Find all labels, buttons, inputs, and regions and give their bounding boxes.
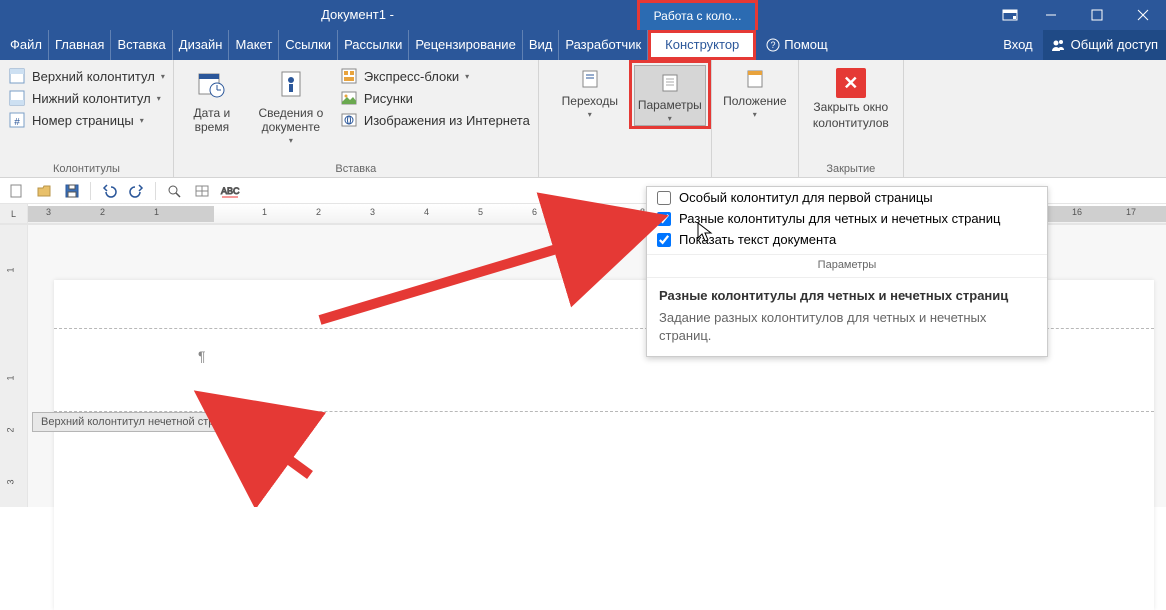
pilcrow-icon: ¶ xyxy=(198,348,206,364)
tab-insert[interactable]: Вставка xyxy=(111,30,172,60)
signin-button[interactable]: Вход xyxy=(993,30,1042,60)
online-pictures-label: Изображения из Интернета xyxy=(364,113,530,128)
tab-review[interactable]: Рецензирование xyxy=(409,30,522,60)
tab-help[interactable]: ? Помощ xyxy=(756,30,837,60)
option-first-page-label: Особый колонтитул для первой страницы xyxy=(679,190,933,205)
checkbox-odd-even[interactable] xyxy=(657,212,671,226)
tab-references[interactable]: Ссылки xyxy=(279,30,338,60)
date-time-label: Дата и время xyxy=(180,106,244,134)
pictures-label: Рисунки xyxy=(364,91,413,106)
tab-design[interactable]: Дизайн xyxy=(173,30,230,60)
doc-info-label: Сведения о документе xyxy=(252,106,330,134)
window-controls xyxy=(1028,0,1166,30)
options-popup: Особый колонтитул для первой страницы Ра… xyxy=(646,186,1048,357)
header-label: Верхний колонтитул xyxy=(32,69,155,84)
print-preview-icon[interactable] xyxy=(162,180,186,202)
designer-highlight: Конструктор xyxy=(648,30,756,60)
quick-parts-button[interactable]: Экспресс-блоки▾ xyxy=(338,66,532,86)
close-line2: колонтитулов xyxy=(813,116,889,130)
close-button[interactable] xyxy=(1120,0,1166,30)
minimize-button[interactable] xyxy=(1028,0,1074,30)
redo-icon[interactable] xyxy=(125,180,149,202)
position-label: Положение xyxy=(723,94,786,108)
option-show-text-label: Показать текст документа xyxy=(679,232,836,247)
group-nav: Переходы ▾ xyxy=(551,60,629,178)
maximize-button[interactable] xyxy=(1074,0,1120,30)
group-close: ✕ Закрыть окно колонтитулов Закрытие xyxy=(799,60,904,178)
online-pictures-button[interactable]: Изображения из Интернета xyxy=(338,110,532,130)
open-icon[interactable] xyxy=(32,180,56,202)
goto-label: Переходы xyxy=(562,94,618,108)
goto-button[interactable]: Переходы ▾ xyxy=(557,66,623,119)
context-tool-highlight: Работа с коло... xyxy=(637,0,759,30)
checkbox-first-page[interactable] xyxy=(657,191,671,205)
date-time-button[interactable]: Дата и время xyxy=(180,66,244,134)
svg-text:#: # xyxy=(14,117,20,128)
save-icon[interactable] xyxy=(60,180,84,202)
position-button[interactable]: Положение ▾ xyxy=(718,66,792,119)
options-button[interactable]: Параметры ▾ xyxy=(634,65,706,126)
group-headers-label: Колонтитулы xyxy=(6,161,167,178)
group-options-highlight: Параметры ▾ xyxy=(629,60,711,178)
tooltip-body: Задание разных колонтитулов для четных и… xyxy=(659,309,1035,344)
checkbox-show-text[interactable] xyxy=(657,233,671,247)
footer-button[interactable]: Нижний колонтитул▾ xyxy=(6,88,167,108)
ribbon: Верхний колонтитул▾ Нижний колонтитул▾ #… xyxy=(0,60,1166,178)
tab-view[interactable]: Вид xyxy=(523,30,560,60)
context-tool-tab[interactable]: Работа с коло... xyxy=(640,3,756,30)
svg-text:ABC: ABC xyxy=(221,186,240,196)
help-label: Помощ xyxy=(784,30,827,60)
spellcheck-icon[interactable]: ABC xyxy=(218,180,242,202)
table-icon[interactable] xyxy=(190,180,214,202)
tooltip: Разные колонтитулы для четных и нечетных… xyxy=(647,277,1047,356)
tab-mailings[interactable]: Рассылки xyxy=(338,30,409,60)
new-icon[interactable] xyxy=(4,180,28,202)
header-button[interactable]: Верхний колонтитул▾ xyxy=(6,66,167,86)
option-odd-even-label: Разные колонтитулы для четных и нечетных… xyxy=(679,211,1000,226)
ruler-corner[interactable]: L xyxy=(0,204,28,223)
tab-designer[interactable]: Конструктор xyxy=(651,33,753,57)
option-odd-even[interactable]: Разные колонтитулы для четных и нечетных… xyxy=(647,208,1047,229)
tab-home[interactable]: Главная xyxy=(49,30,111,60)
header-section-label: Верхний колонтитул нечетной страницы xyxy=(32,412,256,432)
title-bar: Документ1 - Word Работа с коло... xyxy=(0,0,1166,30)
group-headers: Верхний колонтитул▾ Нижний колонтитул▾ #… xyxy=(0,60,174,178)
pictures-button[interactable]: Рисунки xyxy=(338,88,532,108)
ribbon-display-options-icon[interactable] xyxy=(992,0,1028,30)
group-close-label: Закрытие xyxy=(805,161,897,178)
close-line1: Закрыть окно xyxy=(813,100,888,114)
vertical-ruler[interactable]: 1 1 2 3 xyxy=(0,225,28,507)
share-button[interactable]: Общий доступ xyxy=(1043,30,1166,60)
options-label: Параметры xyxy=(638,98,702,112)
popup-section-label: Параметры xyxy=(647,254,1047,277)
ribbon-tabs: Файл Главная Вставка Дизайн Макет Ссылки… xyxy=(0,30,1166,60)
tab-file[interactable]: Файл xyxy=(0,30,49,60)
window-title: Документ1 - Word xyxy=(0,0,400,30)
tab-developer[interactable]: Разработчик xyxy=(559,30,648,60)
group-position: Положение ▾ xyxy=(711,60,799,178)
option-show-text[interactable]: Показать текст документа xyxy=(647,229,1047,250)
close-header-button[interactable]: ✕ Закрыть окно колонтитулов xyxy=(805,66,897,130)
quick-parts-label: Экспресс-блоки xyxy=(364,69,459,84)
footer-label: Нижний колонтитул xyxy=(32,91,151,106)
tooltip-title: Разные колонтитулы для четных и нечетных… xyxy=(659,288,1035,303)
doc-info-button[interactable]: Сведения о документе▾ xyxy=(252,66,330,145)
group-insert-label: Вставка xyxy=(180,161,532,178)
undo-icon[interactable] xyxy=(97,180,121,202)
tab-layout[interactable]: Макет xyxy=(229,30,279,60)
close-icon: ✕ xyxy=(836,68,866,98)
svg-text:?: ? xyxy=(771,40,776,50)
share-label: Общий доступ xyxy=(1071,30,1158,60)
page-number-label: Номер страницы xyxy=(32,113,134,128)
option-first-page[interactable]: Особый колонтитул для первой страницы xyxy=(647,187,1047,208)
group-insert: Дата и время Сведения о документе▾ Экспр… xyxy=(174,60,539,178)
page-number-button[interactable]: # Номер страницы▾ xyxy=(6,110,167,130)
